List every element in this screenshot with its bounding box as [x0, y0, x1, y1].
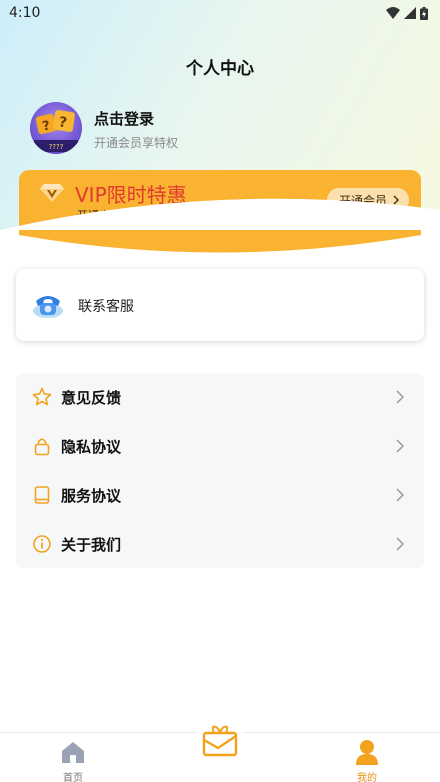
avatar-text: ???? — [49, 143, 64, 151]
chevron-right-icon — [396, 439, 404, 453]
info-icon — [33, 535, 51, 553]
battery-icon — [420, 6, 428, 20]
customer-service-label: 联系客服 — [78, 299, 134, 315]
book-icon — [34, 486, 50, 504]
wifi-icon — [386, 7, 400, 19]
menu-item-privacy[interactable]: 隐私协议 — [16, 422, 424, 471]
menu-item-service-agreement[interactable]: 服务协议 — [16, 471, 424, 520]
chevron-right-icon — [396, 488, 404, 502]
center-tab[interactable] — [195, 718, 245, 757]
menu-item-about[interactable]: 关于我们 — [16, 520, 424, 569]
tab-home-label: 首页 — [63, 773, 83, 782]
tab-mine[interactable]: 我的 — [327, 733, 407, 782]
signal-icon — [404, 7, 416, 19]
status-time: 4:10 — [9, 5, 41, 21]
menu-item-label: 隐私协议 — [61, 438, 122, 456]
telephone-icon — [33, 296, 63, 318]
settings-menu: 意见反馈 隐私协议 服务协议 关于我们 — [16, 373, 424, 568]
user-icon — [356, 740, 378, 765]
chevron-right-icon — [396, 390, 404, 404]
home-icon — [62, 742, 84, 763]
star-icon — [32, 387, 52, 406]
menu-item-label: 意见反馈 — [61, 389, 122, 407]
tab-mine-label: 我的 — [357, 773, 377, 782]
mystery-box-avatar-icon: ? ? ???? — [34, 110, 78, 152]
login-link[interactable]: 点击登录 — [94, 108, 154, 129]
tab-home[interactable]: 首页 — [33, 733, 113, 782]
menu-item-feedback[interactable]: 意见反馈 — [16, 373, 424, 422]
gift-box-icon — [202, 725, 238, 757]
header-wave-divider — [0, 198, 440, 260]
lock-icon — [34, 438, 50, 456]
menu-item-label: 服务协议 — [61, 487, 122, 505]
page-title: 个人中心 — [186, 59, 254, 79]
status-bar: 4:10 — [0, 0, 440, 26]
status-icons — [386, 6, 428, 20]
customer-service-card[interactable]: 联系客服 — [16, 269, 424, 341]
menu-item-label: 关于我们 — [61, 536, 122, 554]
login-subtitle: 开通会员享特权 — [94, 136, 179, 150]
avatar[interactable]: ? ? ???? — [30, 102, 82, 154]
chevron-right-icon — [396, 537, 404, 551]
